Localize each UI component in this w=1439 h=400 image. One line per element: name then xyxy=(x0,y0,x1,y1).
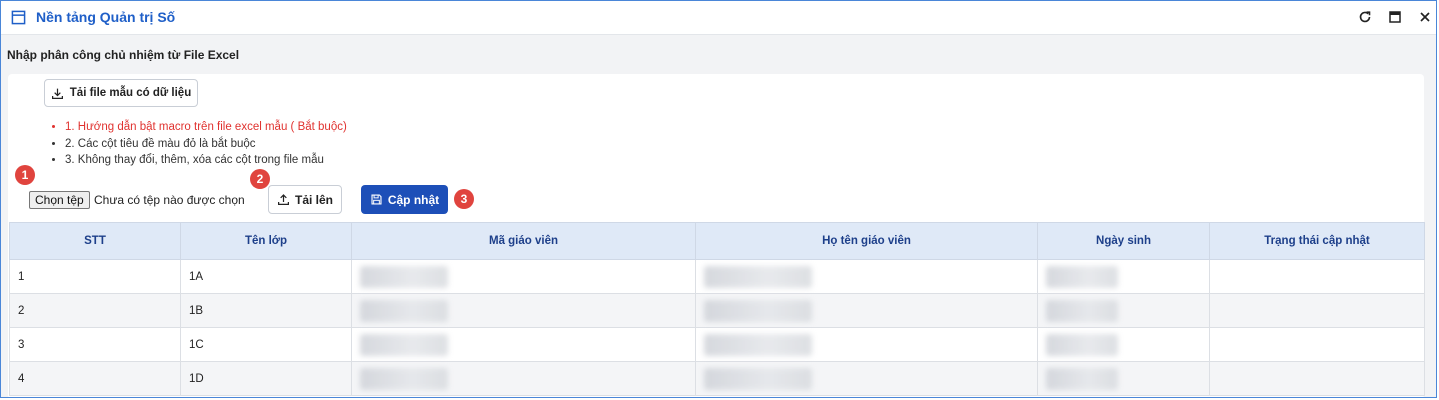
upload-icon xyxy=(278,194,289,205)
app-window: Nền tảng Quản trị Số Nhập phân công chủ … xyxy=(0,0,1437,398)
redacted-value xyxy=(360,333,448,356)
download-icon xyxy=(51,88,63,99)
redacted-value xyxy=(1046,333,1118,356)
table-row: 3 1C xyxy=(9,327,1425,362)
col-header-stt: STT xyxy=(9,222,181,260)
col-header-teacher-name: Họ tên giáo viên xyxy=(695,222,1038,260)
cell-teacher-name xyxy=(695,327,1038,362)
no-file-text: Chưa có tệp nào được chọn xyxy=(94,193,245,207)
choose-file-button[interactable]: Chọn tệp xyxy=(29,191,90,209)
col-header-teacher-code: Mã giáo viên xyxy=(351,222,696,260)
cell-teacher-name xyxy=(695,293,1038,328)
import-card: Tải file mẫu có dữ liệu 1. Hướng dẫn bật… xyxy=(8,74,1425,397)
table-row: 4 1D xyxy=(9,361,1425,396)
cell-class: 1D xyxy=(180,361,352,396)
step-badge-1: 1 xyxy=(15,165,35,185)
cell-birth-date xyxy=(1037,361,1210,396)
redacted-value xyxy=(360,299,448,322)
download-template-button[interactable]: Tải file mẫu có dữ liệu xyxy=(44,79,198,107)
redacted-value xyxy=(1046,367,1118,390)
cell-teacher-name xyxy=(695,259,1038,294)
table-header-row: STT Tên lớp Mã giáo viên Họ tên giáo viê… xyxy=(9,222,1425,260)
cell-update-status xyxy=(1209,361,1425,396)
step-badge-3: 3 xyxy=(454,189,474,209)
cell-class: 1C xyxy=(180,327,352,362)
cell-teacher-name xyxy=(695,361,1038,396)
cell-class: 1B xyxy=(180,293,352,328)
cell-class: 1A xyxy=(180,259,352,294)
redacted-value xyxy=(1046,265,1118,288)
redacted-value xyxy=(360,265,448,288)
col-header-update-status: Trạng thái cập nhật xyxy=(1209,222,1425,260)
note-macro: 1. Hướng dẫn bật macro trên file excel m… xyxy=(65,119,347,136)
refresh-icon[interactable] xyxy=(1357,9,1373,25)
title-bar: Nền tảng Quản trị Số xyxy=(1,1,1436,35)
window-title: Nền tảng Quản trị Số xyxy=(36,9,176,25)
upload-button[interactable]: Tải lên xyxy=(268,185,342,214)
note-no-change-columns: 3. Không thay đổi, thêm, xóa các cột tro… xyxy=(65,152,347,169)
cell-update-status xyxy=(1209,327,1425,362)
redacted-value xyxy=(1046,299,1118,322)
cell-teacher-code xyxy=(351,293,696,328)
col-header-class: Tên lớp xyxy=(180,222,352,260)
redacted-value xyxy=(704,367,812,390)
close-icon[interactable] xyxy=(1417,9,1433,25)
cell-stt: 3 xyxy=(9,327,181,362)
redacted-value xyxy=(704,333,812,356)
cell-update-status xyxy=(1209,259,1425,294)
redacted-value xyxy=(704,265,812,288)
cell-teacher-code xyxy=(351,259,696,294)
cell-birth-date xyxy=(1037,327,1210,362)
assignment-table: STT Tên lớp Mã giáo viên Họ tên giáo viê… xyxy=(9,222,1425,396)
note-required-columns: 2. Các cột tiêu đề màu đỏ là bắt buộc xyxy=(65,136,347,153)
redacted-value xyxy=(360,367,448,390)
page-heading: Nhập phân công chủ nhiệm từ File Excel xyxy=(7,48,240,62)
col-header-birth-date: Ngày sinh xyxy=(1037,222,1210,260)
step-badge-2: 2 xyxy=(250,169,270,189)
maximize-icon[interactable] xyxy=(1387,9,1403,25)
update-label: Cập nhật xyxy=(387,192,440,207)
table-row: 1 1A xyxy=(9,259,1425,294)
upload-label: Tải lên xyxy=(294,192,333,207)
cell-birth-date xyxy=(1037,293,1210,328)
update-button[interactable]: Cập nhật xyxy=(361,185,448,214)
cell-stt: 2 xyxy=(9,293,181,328)
download-template-label: Tải file mẫu có dữ liệu xyxy=(69,87,192,99)
cell-update-status xyxy=(1209,293,1425,328)
cell-stt: 4 xyxy=(9,361,181,396)
instructions-list: 1. Hướng dẫn bật macro trên file excel m… xyxy=(51,119,347,169)
cell-teacher-code xyxy=(351,361,696,396)
table-row: 2 1B xyxy=(9,293,1425,328)
save-icon xyxy=(371,194,382,205)
redacted-value xyxy=(704,299,812,322)
cell-birth-date xyxy=(1037,259,1210,294)
cell-stt: 1 xyxy=(9,259,181,294)
window-icon xyxy=(11,10,26,25)
cell-teacher-code xyxy=(351,327,696,362)
